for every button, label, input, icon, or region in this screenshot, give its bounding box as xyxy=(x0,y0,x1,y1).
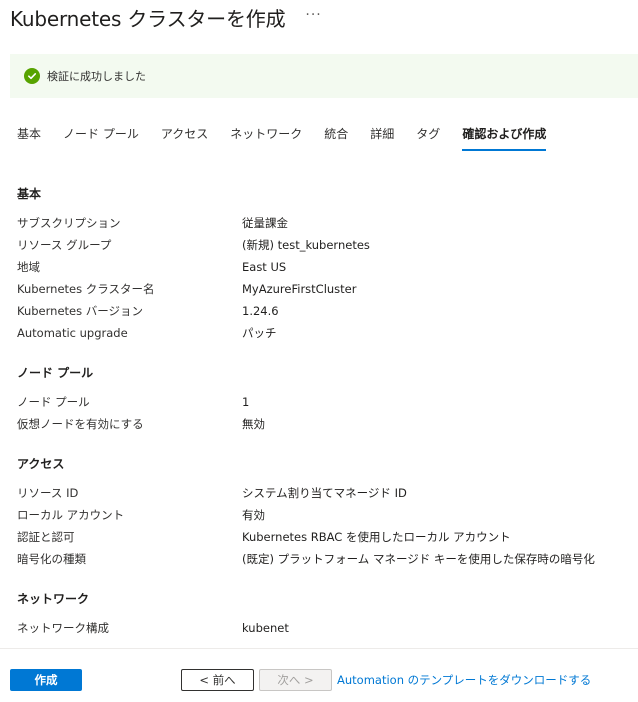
tab-access[interactable]: アクセス xyxy=(161,121,208,151)
summary-row: 暗号化の種類 (既定) プラットフォーム マネージド キーを使用した保存時の暗号化 xyxy=(17,548,617,570)
row-value: East US xyxy=(242,260,287,274)
section-title: ノード プール xyxy=(17,366,94,380)
summary-row: Automatic upgrade パッチ xyxy=(17,322,617,344)
summary-row: 仮想ノードを有効にする 無効 xyxy=(17,413,617,435)
wizard-tabs: 基本 ノード プール アクセス ネットワーク 統合 詳細 タグ 確認および作成 xyxy=(17,121,568,151)
summary-row: ノード プール 1 xyxy=(17,391,617,413)
row-value: MyAzureFirstCluster xyxy=(242,282,357,296)
tab-node-pools[interactable]: ノード プール xyxy=(63,121,139,151)
tab-integrations[interactable]: 統合 xyxy=(324,121,348,151)
section-networking: ネットワーク ネットワーク構成 kubenet xyxy=(17,591,617,639)
validation-banner: 検証に成功しました xyxy=(10,54,638,98)
tab-tags[interactable]: タグ xyxy=(416,121,440,151)
row-value: Kubernetes RBAC を使用したローカル アカウント xyxy=(242,530,511,544)
tab-basics[interactable]: 基本 xyxy=(17,121,41,151)
tab-advanced[interactable]: 詳細 xyxy=(370,121,394,151)
row-value: パッチ xyxy=(242,326,277,340)
create-cluster-page: Kubernetes クラスターを作成 ··· 検証に成功しました 基本 ノード… xyxy=(0,0,638,702)
row-label: 仮想ノードを有効にする xyxy=(17,417,144,431)
row-value: 従量課金 xyxy=(242,216,288,230)
summary-row: サブスクリプション 従量課金 xyxy=(17,212,617,234)
tab-networking[interactable]: ネットワーク xyxy=(230,121,302,151)
validation-message: 検証に成功しました xyxy=(47,70,146,83)
download-template-link[interactable]: Automation のテンプレートをダウンロードする xyxy=(337,672,591,688)
page-title: Kubernetes クラスターを作成 xyxy=(10,6,286,31)
row-label: リソース グループ xyxy=(17,238,112,252)
summary-row: リソース グループ (新規) test_kubernetes xyxy=(17,234,617,256)
summary-row: Kubernetes バージョン 1.24.6 xyxy=(17,300,617,322)
success-check-icon xyxy=(24,68,40,84)
row-label: サブスクリプション xyxy=(17,216,121,230)
row-label: Kubernetes クラスター名 xyxy=(17,282,155,296)
previous-button[interactable]: < 前へ xyxy=(181,669,254,691)
more-options-icon[interactable]: ··· xyxy=(305,7,321,23)
summary-row: 地域 East US xyxy=(17,256,617,278)
create-button[interactable]: 作成 xyxy=(10,669,82,691)
row-label: 地域 xyxy=(17,260,40,274)
summary-row: Kubernetes クラスター名 MyAzureFirstCluster xyxy=(17,278,617,300)
summary-row: ローカル アカウント 有効 xyxy=(17,504,617,526)
row-value: kubenet xyxy=(242,621,289,635)
row-label: Kubernetes バージョン xyxy=(17,304,144,318)
row-value: 有効 xyxy=(242,508,265,522)
section-title: アクセス xyxy=(17,457,65,471)
row-label: ローカル アカウント xyxy=(17,508,125,522)
row-label: リソース ID xyxy=(17,486,79,500)
row-value: システム割り当てマネージド ID xyxy=(242,486,407,500)
row-label: 認証と認可 xyxy=(17,530,75,544)
section-node-pools: ノード プール ノード プール 1 仮想ノードを有効にする 無効 xyxy=(17,365,617,435)
footer-action-bar: 作成 < 前へ 次へ > Automation のテンプレートをダウンロードする xyxy=(0,648,638,702)
row-label: ネットワーク構成 xyxy=(17,621,109,635)
row-value: (新規) test_kubernetes xyxy=(242,238,370,252)
row-value: (既定) プラットフォーム マネージド キーを使用した保存時の暗号化 xyxy=(242,552,595,566)
summary-row: リソース ID システム割り当てマネージド ID xyxy=(17,482,617,504)
row-value: 1 xyxy=(242,395,250,409)
section-title: 基本 xyxy=(17,187,42,201)
row-label: ノード プール xyxy=(17,395,90,409)
review-content[interactable]: 基本 サブスクリプション 従量課金 リソース グループ (新規) test_kube… xyxy=(17,186,617,648)
row-label: Automatic upgrade xyxy=(17,326,128,340)
title-row: Kubernetes クラスターを作成 ··· xyxy=(10,0,322,34)
tab-review-create[interactable]: 確認および作成 xyxy=(462,121,547,151)
row-label: 暗号化の種類 xyxy=(17,552,86,566)
summary-row: 認証と認可 Kubernetes RBAC を使用したローカル アカウント xyxy=(17,526,617,548)
summary-row: ネットワーク構成 kubenet xyxy=(17,617,617,639)
next-button: 次へ > xyxy=(259,669,332,691)
row-value: 無効 xyxy=(242,417,265,431)
section-title: ネットワーク xyxy=(17,592,90,606)
section-access: アクセス リソース ID システム割り当てマネージド ID ローカル アカウント 有… xyxy=(17,456,617,570)
section-basics: 基本 サブスクリプション 従量課金 リソース グループ (新規) test_kube… xyxy=(17,186,617,344)
row-value: 1.24.6 xyxy=(242,304,279,318)
